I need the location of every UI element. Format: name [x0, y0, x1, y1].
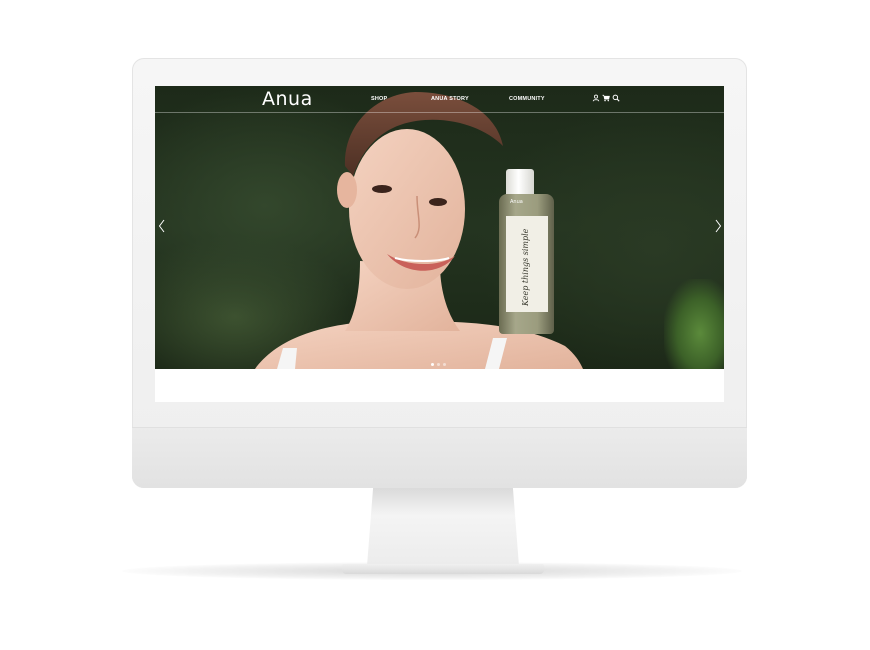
nav-item-shop[interactable]: SHOP — [371, 96, 387, 102]
bottle-cap — [506, 169, 534, 195]
monitor-screen: Anua Keep things simple Anua SHOP ANUA S… — [155, 86, 724, 402]
nav-item-community[interactable]: COMMUNITY — [509, 96, 545, 102]
monitor-stand-neck — [367, 488, 519, 566]
hero-model-image — [255, 92, 583, 369]
model-ear — [337, 172, 357, 208]
slider-dot[interactable] — [437, 363, 440, 366]
slider-dot[interactable] — [431, 363, 434, 366]
slider-pagination — [431, 363, 446, 366]
nav-item-anua-story[interactable]: ANUA STORY — [431, 96, 469, 102]
monitor-chin — [132, 427, 747, 488]
site-header: Anua SHOP ANUA STORY COMMUNITY — [155, 86, 724, 113]
model-eye-right — [429, 198, 447, 206]
chevron-right-icon[interactable] — [714, 219, 722, 233]
search-icon[interactable] — [612, 94, 620, 102]
hero-banner[interactable]: Anua Keep things simple Anua SHOP ANUA S… — [155, 86, 724, 369]
monitor-stand-foot — [342, 564, 544, 574]
chevron-left-icon[interactable] — [158, 219, 166, 233]
content-area — [155, 369, 724, 402]
cart-icon[interactable] — [602, 94, 610, 102]
model-eye-left — [372, 185, 392, 193]
bottle-brand-text: Anua — [510, 199, 523, 205]
user-icon[interactable] — [592, 94, 600, 102]
brand-logo[interactable]: Anua — [262, 88, 313, 110]
slider-dot[interactable] — [443, 363, 446, 366]
bottle-script-text: Keep things simple — [521, 228, 530, 306]
